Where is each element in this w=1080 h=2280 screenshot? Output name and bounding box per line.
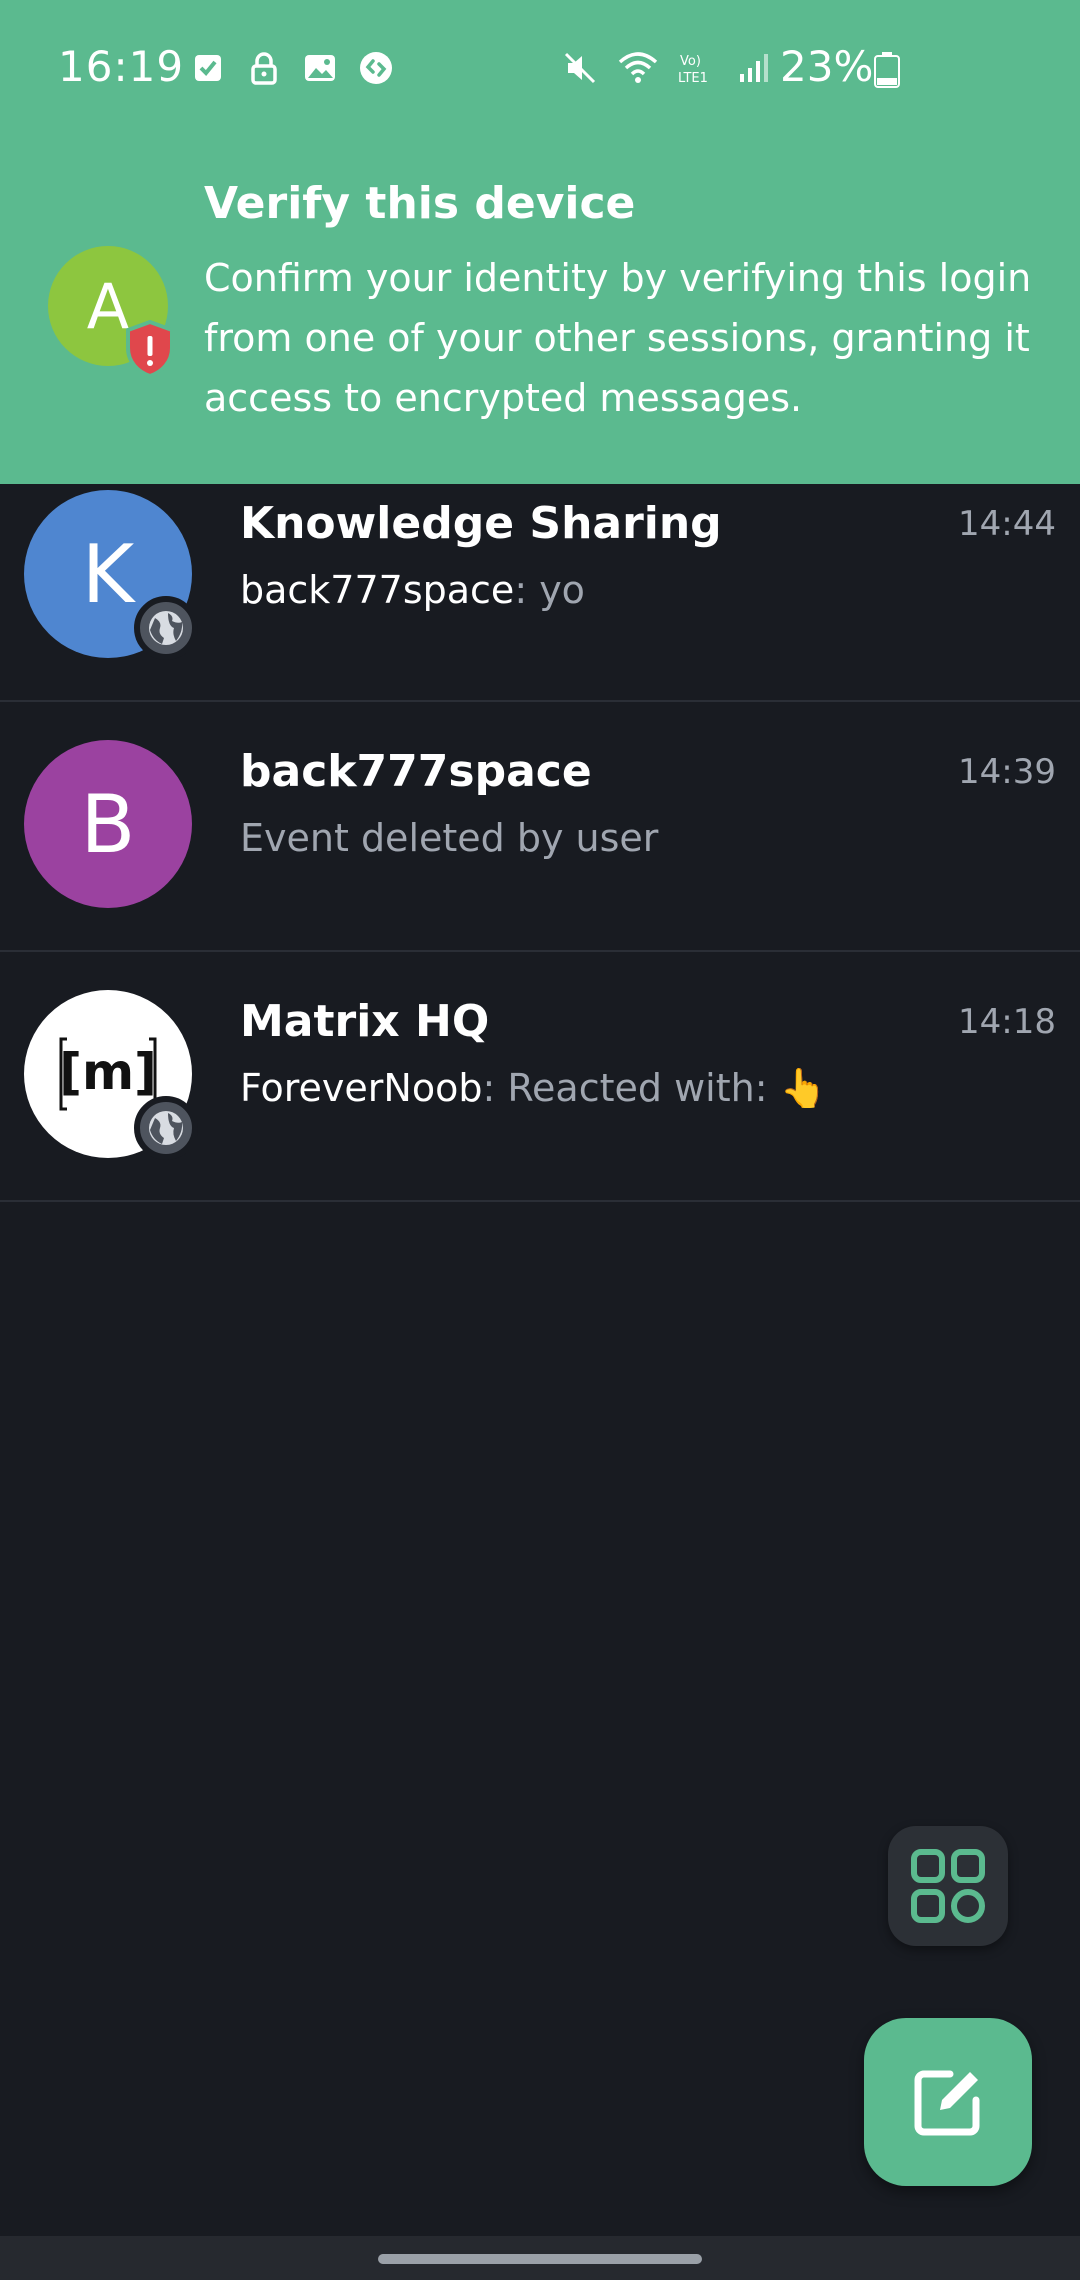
check-box-icon xyxy=(190,50,226,86)
preview-text: Event deleted by user xyxy=(240,816,659,860)
verify-title: Verify this device xyxy=(204,178,636,229)
verify-banner[interactable]: 16:19 Vo) LTE1 23% A Verify this device … xyxy=(0,0,1080,484)
battery-text: 23% xyxy=(780,42,874,91)
svg-text:Vo): Vo) xyxy=(680,54,701,69)
preview-text: : Reacted with: 👆 xyxy=(482,1066,827,1110)
battery-icon xyxy=(874,52,900,88)
room-name: back777space xyxy=(240,746,592,797)
wifi-icon xyxy=(618,48,658,88)
preview-sender: ForeverNoob xyxy=(240,1066,483,1110)
room-name: Knowledge Sharing xyxy=(240,498,722,549)
globe-icon xyxy=(134,1096,198,1160)
status-right-icons: Vo) LTE1 xyxy=(560,48,774,88)
system-nav-bar xyxy=(0,2236,1080,2280)
preview-text: : yo xyxy=(514,568,585,612)
mute-icon xyxy=(560,48,600,88)
shazam-icon xyxy=(358,50,394,86)
verify-description: Confirm your identity by verifying this … xyxy=(204,256,1032,420)
image-icon xyxy=(302,50,338,86)
svg-text:LTE1: LTE1 xyxy=(678,71,708,86)
spaces-button[interactable] xyxy=(888,1826,1008,1946)
home-gesture-handle[interactable] xyxy=(378,2254,702,2264)
status-time: 16:19 xyxy=(58,42,185,91)
room-item-matrix-hq[interactable]: [m] Matrix HQ 14:18 ForeverNoob: Reacted… xyxy=(0,952,1080,1202)
room-time: 14:44 xyxy=(958,504,1056,544)
room-preview: ForeverNoob: Reacted with: 👆 xyxy=(240,1066,827,1111)
room-time: 14:18 xyxy=(958,1002,1056,1042)
room-preview: Event deleted by user xyxy=(240,816,658,860)
grid-icon xyxy=(911,1849,985,1923)
room-avatar: B xyxy=(24,740,192,908)
globe-icon xyxy=(134,596,198,660)
room-item-back777space[interactable]: B back777space 14:39 Event deleted by us… xyxy=(0,702,1080,952)
signal-icon xyxy=(734,48,774,88)
compose-button[interactable] xyxy=(864,2018,1032,2186)
matrix-logo-letters: [m] xyxy=(59,1043,157,1101)
room-item-knowledge-sharing[interactable]: K Knowledge Sharing 14:44 back777space: … xyxy=(0,460,1080,702)
lock-icon xyxy=(246,50,282,86)
room-name: Matrix HQ xyxy=(240,996,490,1047)
status-left-icons xyxy=(190,50,394,86)
preview-sender: back777space xyxy=(240,568,515,612)
volte-icon: Vo) LTE1 xyxy=(676,48,716,88)
shield-warning-icon xyxy=(126,319,174,379)
compose-icon xyxy=(914,2070,980,2136)
room-preview: back777space: yo xyxy=(240,568,585,612)
room-time: 14:39 xyxy=(958,752,1056,792)
status-bar: 16:19 Vo) LTE1 23% xyxy=(0,0,1080,140)
